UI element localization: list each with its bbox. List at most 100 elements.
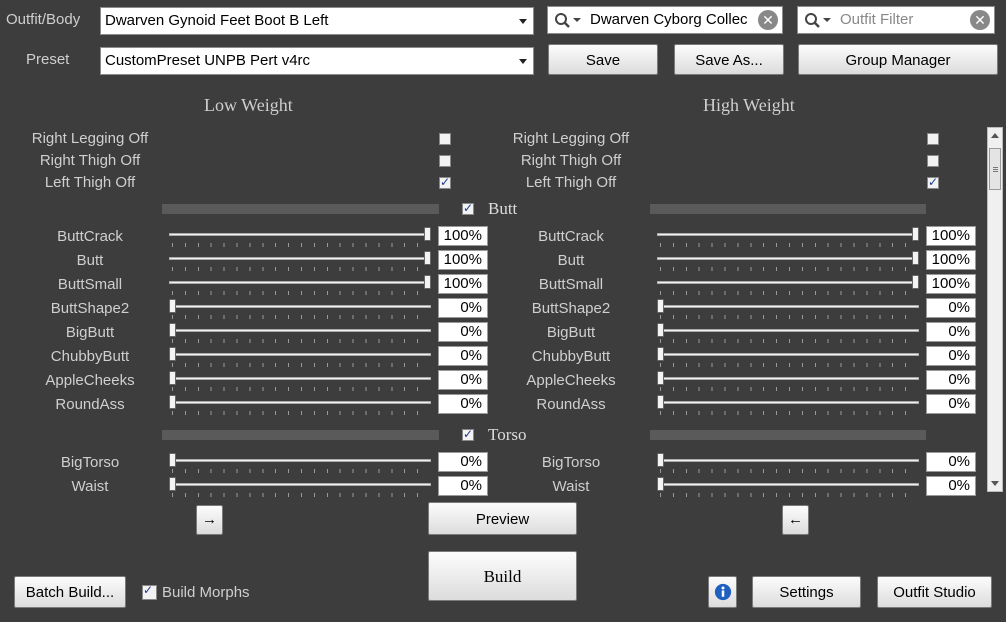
- info-button[interactable]: [708, 576, 737, 608]
- weight-slider[interactable]: [169, 251, 431, 271]
- slider-thumb[interactable]: [424, 251, 431, 265]
- scroll-thumb[interactable]: [989, 148, 1001, 190]
- slider-label: ButtCrack: [538, 228, 604, 245]
- weight-slider[interactable]: [169, 371, 431, 391]
- slider-label: AppleCheeks: [526, 372, 616, 389]
- build-morphs-checkbox[interactable]: [142, 583, 157, 600]
- weight-slider[interactable]: [657, 275, 919, 295]
- outfit-body-dropdown[interactable]: Dwarven Gynoid Feet Boot B Left: [100, 7, 534, 35]
- slider-thumb[interactable]: [424, 275, 431, 289]
- weight-slider[interactable]: [169, 299, 431, 319]
- weight-slider[interactable]: [169, 227, 431, 247]
- slider-value-input[interactable]: 100%: [926, 226, 976, 246]
- preview-button[interactable]: Preview: [428, 502, 577, 535]
- slider-thumb[interactable]: [912, 251, 919, 265]
- slider-thumb[interactable]: [169, 395, 176, 409]
- slider-thumb[interactable]: [169, 477, 176, 491]
- slider-value-input[interactable]: 0%: [438, 370, 488, 390]
- toggle-label: Right Thigh Off: [39, 152, 141, 169]
- slider-value-input[interactable]: 0%: [438, 346, 488, 366]
- outfit-search-input[interactable]: Dwarven Cyborg Collec ✕: [547, 6, 783, 34]
- slider-value-input[interactable]: 0%: [926, 394, 976, 414]
- build-button[interactable]: Build: [428, 551, 577, 601]
- slider-thumb[interactable]: [169, 453, 176, 467]
- copy-to-high-button[interactable]: →: [196, 505, 223, 535]
- save-button[interactable]: Save: [548, 44, 658, 75]
- slider-value-input[interactable]: 0%: [926, 476, 976, 496]
- clear-filter-icon[interactable]: ✕: [970, 10, 990, 30]
- save-as-button[interactable]: Save As...: [674, 44, 784, 75]
- weight-slider[interactable]: [169, 323, 431, 343]
- copy-to-low-button[interactable]: ←: [782, 505, 809, 535]
- weight-slider[interactable]: [657, 395, 919, 415]
- weight-slider[interactable]: [657, 299, 919, 319]
- preset-value: CustomPreset UNPB Pert v4rc: [105, 52, 311, 69]
- weight-slider[interactable]: [657, 251, 919, 271]
- slider-thumb[interactable]: [657, 323, 664, 337]
- slider-value-input[interactable]: 100%: [926, 274, 976, 294]
- slider-value-input[interactable]: 100%: [438, 274, 488, 294]
- slider-value-input[interactable]: 0%: [438, 298, 488, 318]
- slider-label: ButtShape2: [531, 300, 611, 317]
- weight-slider[interactable]: [657, 477, 919, 497]
- slider-thumb[interactable]: [657, 395, 664, 409]
- section-checkbox[interactable]: [462, 201, 474, 215]
- toggle-label: Left Thigh Off: [525, 174, 617, 191]
- slider-thumb[interactable]: [657, 477, 664, 491]
- slider-thumb[interactable]: [657, 347, 664, 361]
- weight-slider[interactable]: [657, 323, 919, 343]
- scroll-down-icon[interactable]: [991, 481, 999, 486]
- slider-thumb[interactable]: [912, 275, 919, 289]
- slider-value-input[interactable]: 0%: [926, 452, 976, 472]
- toggle-checkbox[interactable]: [439, 175, 451, 189]
- weight-slider[interactable]: [657, 227, 919, 247]
- slider-thumb[interactable]: [657, 453, 664, 467]
- toggle-checkbox[interactable]: [927, 175, 939, 189]
- slider-label: ChubbyButt: [531, 348, 611, 365]
- weight-slider[interactable]: [657, 371, 919, 391]
- slider-thumb[interactable]: [657, 299, 664, 313]
- slider-thumb[interactable]: [657, 371, 664, 385]
- outfit-studio-button[interactable]: Outfit Studio: [877, 576, 992, 608]
- scroll-up-icon[interactable]: [991, 133, 999, 138]
- slider-thumb[interactable]: [169, 347, 176, 361]
- slider-value-input[interactable]: 0%: [926, 370, 976, 390]
- weight-slider[interactable]: [169, 275, 431, 295]
- slider-value-input[interactable]: 0%: [438, 452, 488, 472]
- slider-value-input[interactable]: 100%: [438, 250, 488, 270]
- slider-thumb[interactable]: [912, 227, 919, 241]
- outfit-filter-input[interactable]: Outfit Filter ✕: [797, 6, 995, 34]
- toggle-checkbox[interactable]: [439, 155, 451, 167]
- group-manager-button[interactable]: Group Manager: [798, 44, 998, 75]
- vertical-scrollbar[interactable]: [987, 127, 1003, 492]
- section-title: Butt: [488, 199, 518, 218]
- weight-slider[interactable]: [657, 347, 919, 367]
- slider-label: AppleCheeks: [45, 372, 135, 389]
- slider-label: BigTorso: [541, 454, 601, 471]
- slider-value-input[interactable]: 100%: [926, 250, 976, 270]
- slider-value-input[interactable]: 0%: [926, 346, 976, 366]
- weight-slider[interactable]: [169, 347, 431, 367]
- slider-thumb[interactable]: [169, 371, 176, 385]
- slider-value-input[interactable]: 0%: [926, 322, 976, 342]
- weight-slider[interactable]: [169, 453, 431, 473]
- weight-slider[interactable]: [169, 477, 431, 497]
- weight-slider[interactable]: [169, 395, 431, 415]
- preset-dropdown[interactable]: CustomPreset UNPB Pert v4rc: [100, 47, 534, 75]
- slider-value-input[interactable]: 0%: [926, 298, 976, 318]
- slider-thumb[interactable]: [169, 323, 176, 337]
- slider-thumb[interactable]: [169, 299, 176, 313]
- toggle-checkbox[interactable]: [439, 133, 451, 145]
- slider-value-input[interactable]: 100%: [438, 226, 488, 246]
- slider-thumb[interactable]: [424, 227, 431, 241]
- settings-button[interactable]: Settings: [752, 576, 861, 608]
- batch-build-button[interactable]: Batch Build...: [14, 576, 126, 608]
- clear-search-icon[interactable]: ✕: [758, 10, 778, 30]
- slider-value-input[interactable]: 0%: [438, 322, 488, 342]
- slider-value-input[interactable]: 0%: [438, 394, 488, 414]
- section-checkbox[interactable]: [462, 427, 474, 441]
- toggle-checkbox[interactable]: [927, 155, 939, 167]
- toggle-checkbox[interactable]: [927, 133, 939, 145]
- weight-slider[interactable]: [657, 453, 919, 473]
- slider-value-input[interactable]: 0%: [438, 476, 488, 496]
